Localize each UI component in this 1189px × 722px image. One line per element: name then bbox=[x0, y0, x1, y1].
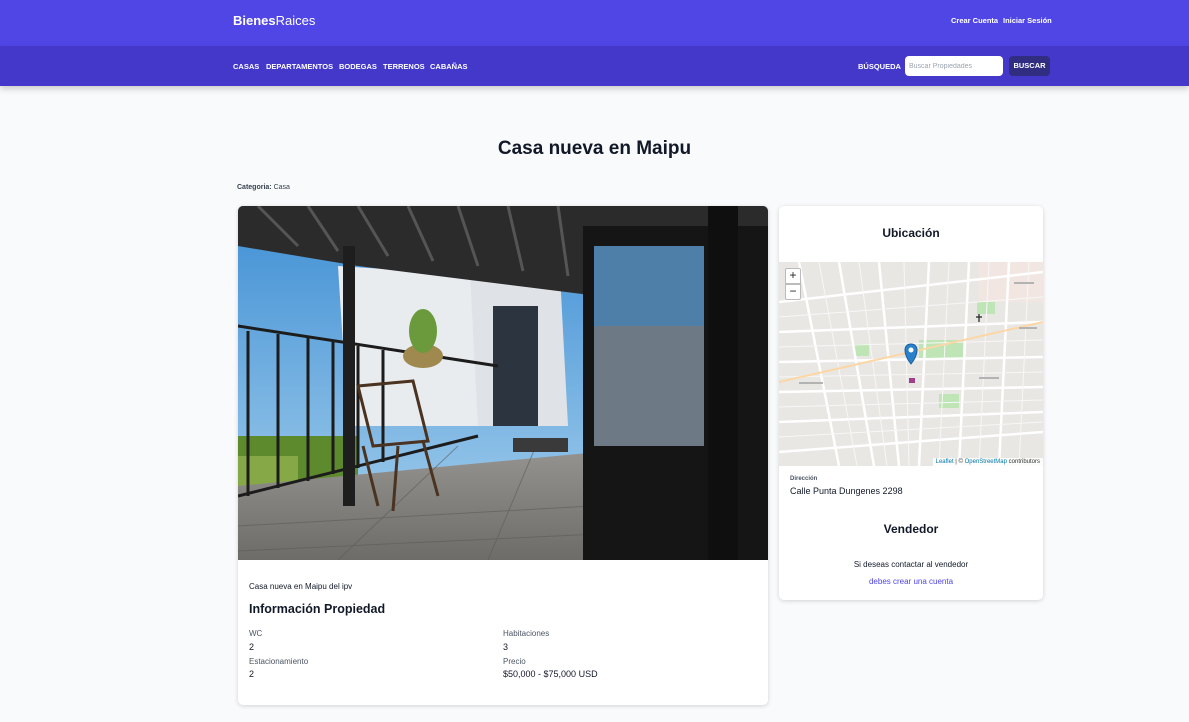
feature-value-habitaciones: 3 bbox=[503, 642, 509, 652]
category-nav: CASAS DEPARTAMENTOS BODEGAS TERRENOS CAB… bbox=[0, 46, 1189, 86]
leaflet-link[interactable]: Leaflet bbox=[936, 459, 954, 465]
category-line: Categoria: Casa bbox=[237, 184, 290, 191]
address-value: Calle Punta Dungenes 2298 bbox=[790, 486, 903, 496]
nav-item-casas[interactable]: CASAS bbox=[233, 62, 259, 71]
search-input[interactable] bbox=[905, 56, 1003, 76]
property-description: Casa nueva en Maipu del ipv bbox=[249, 582, 353, 591]
zoom-out-button[interactable]: − bbox=[785, 284, 801, 300]
seller-title: Vendedor bbox=[883, 522, 939, 536]
location-title: Ubicación bbox=[882, 226, 940, 240]
feature-value-precio: $50,000 - $75,000 USD bbox=[503, 669, 598, 679]
nav-item-terrenos[interactable]: TERRENOS bbox=[383, 62, 425, 71]
map[interactable]: + − Leaflet | © OpenStreetMap contributo… bbox=[779, 262, 1043, 466]
attribution-sep: | © bbox=[953, 459, 965, 465]
address-label: Dirección bbox=[790, 476, 818, 482]
feature-label-estacionamiento: Estacionamiento bbox=[249, 657, 309, 666]
feature-label-precio: Precio bbox=[503, 657, 526, 666]
nav-item-departamentos[interactable]: DEPARTAMENTOS bbox=[266, 62, 333, 71]
create-account-link[interactable]: Crear Cuenta bbox=[951, 16, 998, 25]
brand-light: Raices bbox=[275, 13, 316, 28]
login-link[interactable]: Iniciar Sesión bbox=[1003, 16, 1052, 25]
location-card: Ubicación + − Leaflet | © OpenStreetMap … bbox=[779, 206, 1043, 600]
brand-bold: Bienes bbox=[233, 13, 276, 28]
osm-link[interactable]: OpenStreetMap bbox=[965, 459, 1007, 465]
search-label: BÚSQUEDA bbox=[858, 62, 901, 71]
nav-item-bodegas[interactable]: BODEGAS bbox=[339, 62, 377, 71]
info-title: Información Propiedad bbox=[249, 602, 386, 616]
property-card: Casa nueva en Maipu del ipv Información … bbox=[238, 206, 768, 705]
create-account-cta[interactable]: debes crear una cuenta bbox=[779, 577, 1043, 586]
top-header: BienesRaices Crear Cuenta Iniciar Sesión bbox=[0, 0, 1189, 46]
category-value: Casa bbox=[273, 184, 290, 191]
category-label: Categoria: bbox=[237, 184, 272, 191]
property-photo bbox=[238, 206, 768, 560]
feature-label-habitaciones: Habitaciones bbox=[503, 629, 550, 638]
seller-contact-text: Si deseas contactar al vendedor bbox=[853, 560, 969, 569]
feature-value-wc: 2 bbox=[249, 642, 255, 652]
map-tiles bbox=[779, 262, 1043, 466]
attribution-tail: contributors bbox=[1006, 459, 1040, 465]
map-attribution: Leaflet | © OpenStreetMap contributors bbox=[932, 458, 1043, 466]
nav-item-cabanas[interactable]: CABAÑAS bbox=[430, 62, 468, 71]
brand-logo[interactable]: BienesRaices bbox=[233, 13, 315, 28]
feature-value-estacionamiento: 2 bbox=[249, 669, 255, 679]
page-title: Casa nueva en Maipu bbox=[497, 138, 692, 159]
zoom-in-button[interactable]: + bbox=[785, 268, 801, 284]
feature-label-wc: WC bbox=[249, 629, 263, 638]
search-button[interactable]: BUSCAR bbox=[1009, 56, 1050, 76]
